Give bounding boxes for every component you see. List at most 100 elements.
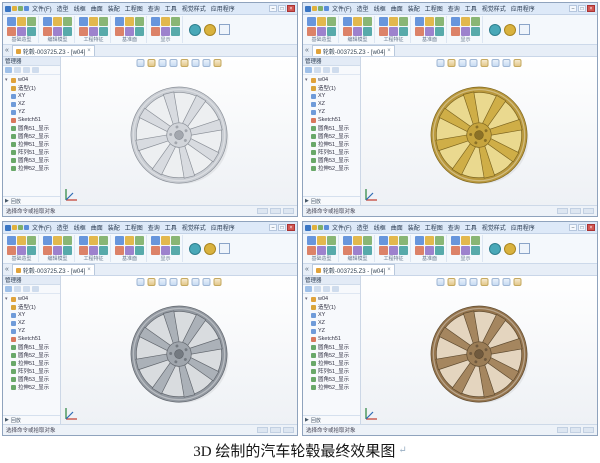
history-tab-icon[interactable] bbox=[305, 286, 312, 292]
ribbon-icon[interactable] bbox=[135, 27, 144, 36]
ribbon-icon[interactable] bbox=[17, 27, 26, 36]
ribbon-icon[interactable] bbox=[353, 17, 362, 26]
section-view-icon[interactable] bbox=[191, 278, 200, 286]
view-orient-icon[interactable] bbox=[436, 59, 445, 67]
ribbon-icon[interactable] bbox=[7, 246, 16, 255]
ribbon-icon[interactable] bbox=[79, 236, 88, 245]
menu-item-shape[interactable]: 造型 bbox=[55, 4, 71, 13]
status-segment[interactable] bbox=[270, 208, 281, 214]
render-settings-icon[interactable] bbox=[213, 278, 222, 286]
status-segment[interactable] bbox=[583, 427, 594, 433]
status-segment[interactable] bbox=[283, 427, 294, 433]
tree-item[interactable]: 拉伸51_显示 bbox=[311, 359, 360, 367]
ribbon-icon[interactable] bbox=[389, 246, 398, 255]
viewport[interactable] bbox=[61, 276, 297, 424]
assembly-tab-icon[interactable] bbox=[314, 286, 321, 292]
tree-item[interactable]: YZ bbox=[311, 108, 360, 116]
tab-close-icon[interactable]: × bbox=[387, 267, 391, 273]
tree-item[interactable]: 圆角53_显示 bbox=[311, 375, 360, 383]
material-sphere-icon[interactable] bbox=[504, 242, 516, 255]
expander-icon[interactable]: ▾ bbox=[305, 296, 309, 302]
ribbon-icon[interactable] bbox=[171, 27, 180, 36]
new-file-icon[interactable] bbox=[12, 225, 17, 230]
ribbon-icon[interactable] bbox=[151, 246, 160, 255]
menu-item-wireframe[interactable]: 线框 bbox=[372, 4, 388, 13]
menu-item-tools[interactable]: 工具 bbox=[163, 223, 179, 232]
ribbon-icon[interactable] bbox=[435, 27, 444, 36]
tree-footer[interactable]: ▶ 回放 bbox=[303, 196, 360, 205]
ribbon-icon[interactable] bbox=[415, 246, 424, 255]
ribbon-icon[interactable] bbox=[343, 27, 352, 36]
view-orient-icon[interactable] bbox=[136, 278, 145, 286]
tree-item[interactable]: 造型(1) bbox=[11, 303, 60, 311]
ribbon-icon[interactable] bbox=[425, 236, 434, 245]
ribbon-icon[interactable] bbox=[389, 236, 398, 245]
ribbon-icon[interactable] bbox=[79, 27, 88, 36]
close-button[interactable]: × bbox=[287, 5, 295, 12]
menu-item-drawing[interactable]: 工程图 bbox=[123, 4, 145, 13]
material-sphere-icon[interactable] bbox=[204, 23, 216, 36]
ribbon-icon[interactable] bbox=[343, 236, 352, 245]
ribbon-icon[interactable] bbox=[451, 17, 460, 26]
ribbon-icon[interactable] bbox=[99, 246, 108, 255]
ribbon-icon[interactable] bbox=[471, 246, 480, 255]
ribbon-icon[interactable] bbox=[27, 246, 36, 255]
tree-item[interactable]: XZ bbox=[311, 319, 360, 327]
status-segment[interactable] bbox=[583, 208, 594, 214]
rotate-view-icon[interactable] bbox=[169, 59, 178, 67]
shaded-sphere-icon[interactable] bbox=[189, 242, 201, 255]
menu-item-surface[interactable]: 曲面 bbox=[89, 223, 105, 232]
tree-item[interactable]: 圆角52_显示 bbox=[311, 132, 360, 140]
ribbon-icon[interactable] bbox=[89, 17, 98, 26]
status-segment[interactable] bbox=[557, 208, 568, 214]
ribbon-icon[interactable] bbox=[53, 17, 62, 26]
ribbon-icon[interactable] bbox=[389, 27, 398, 36]
section-view-icon[interactable] bbox=[191, 59, 200, 67]
menu-item-surface[interactable]: 曲面 bbox=[389, 4, 405, 13]
tree-item[interactable]: XY bbox=[11, 92, 60, 100]
ribbon-icon[interactable] bbox=[327, 27, 336, 36]
ribbon-icon[interactable] bbox=[363, 17, 372, 26]
status-segment[interactable] bbox=[557, 427, 568, 433]
render-settings-icon[interactable] bbox=[513, 278, 522, 286]
tree-item[interactable]: 造型(1) bbox=[11, 84, 60, 92]
ribbon-icon[interactable] bbox=[317, 27, 326, 36]
section-view-icon[interactable] bbox=[491, 278, 500, 286]
assembly-tab-icon[interactable] bbox=[14, 286, 21, 292]
menu-item-wireframe[interactable]: 线框 bbox=[72, 223, 88, 232]
render-settings-icon[interactable] bbox=[513, 59, 522, 67]
menu-item-assembly[interactable]: 装配 bbox=[106, 4, 122, 13]
ribbon-icon[interactable] bbox=[43, 236, 52, 245]
tab-close-icon[interactable]: × bbox=[87, 48, 91, 54]
maximize-button[interactable]: □ bbox=[278, 5, 286, 12]
viewport[interactable] bbox=[361, 276, 597, 424]
ribbon-icon[interactable] bbox=[415, 17, 424, 26]
ribbon-icon[interactable] bbox=[43, 17, 52, 26]
ribbon-icon[interactable] bbox=[99, 17, 108, 26]
ribbon-icon[interactable] bbox=[307, 27, 316, 36]
viewport[interactable] bbox=[361, 57, 597, 205]
ribbon-icon[interactable] bbox=[435, 17, 444, 26]
tree-item[interactable]: 阵列51_显示 bbox=[11, 367, 60, 375]
menu-item-shape[interactable]: 造型 bbox=[355, 4, 371, 13]
menu-item-inquire[interactable]: 查询 bbox=[446, 223, 462, 232]
tree-item[interactable]: 圆角53_显示 bbox=[11, 375, 60, 383]
ribbon-icon[interactable] bbox=[307, 236, 316, 245]
menu-item-visualize[interactable]: 视觉样式 bbox=[180, 223, 208, 232]
menu-item-apps[interactable]: 应用程序 bbox=[209, 223, 237, 232]
open-file-icon[interactable] bbox=[318, 6, 323, 11]
tree-item[interactable]: XY bbox=[311, 311, 360, 319]
ribbon-icon[interactable] bbox=[7, 27, 16, 36]
tab-scroll-left-icon[interactable]: « bbox=[5, 46, 9, 56]
menu-item-shape[interactable]: 造型 bbox=[355, 223, 371, 232]
document-tab[interactable]: 轮毂-003725.Z3 - [w04] × bbox=[11, 45, 95, 56]
minimize-button[interactable]: – bbox=[269, 224, 277, 231]
ribbon-icon[interactable] bbox=[451, 246, 460, 255]
tab-scroll-left-icon[interactable]: « bbox=[305, 265, 309, 275]
view-tab-icon[interactable] bbox=[332, 286, 339, 292]
material-sphere-icon[interactable] bbox=[504, 23, 516, 36]
menu-item-tools[interactable]: 工具 bbox=[163, 4, 179, 13]
menu-item-drawing[interactable]: 工程图 bbox=[423, 4, 445, 13]
menu-item-visualize[interactable]: 视觉样式 bbox=[180, 4, 208, 13]
tree-item[interactable]: 拉伸52_显示 bbox=[311, 164, 360, 172]
